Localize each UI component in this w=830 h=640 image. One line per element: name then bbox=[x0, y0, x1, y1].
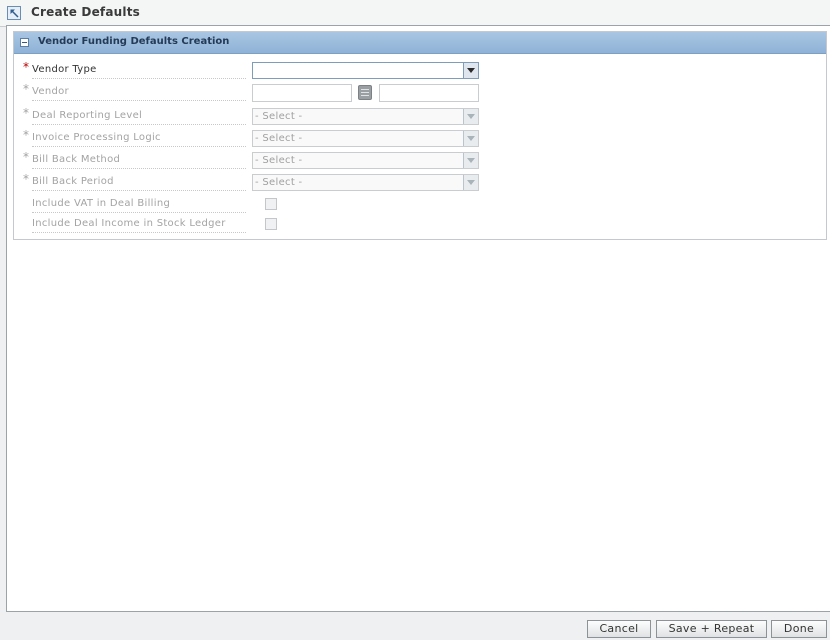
bill-back-method-row: * Bill Back Method - Select - bbox=[23, 150, 803, 170]
section-header: Vendor Funding Defaults Creation bbox=[14, 32, 826, 54]
include-vat-checkbox[interactable] bbox=[265, 198, 277, 210]
include-deal-income-label: Include Deal Income in Stock Ledger bbox=[32, 218, 246, 233]
include-deal-income-checkbox[interactable] bbox=[265, 218, 277, 230]
done-button[interactable]: Done bbox=[771, 620, 827, 638]
vendor-type-row: * Vendor Type bbox=[23, 60, 803, 80]
save-repeat-button[interactable]: Save + Repeat bbox=[656, 620, 767, 638]
bill-back-method-label: Bill Back Method bbox=[32, 154, 246, 169]
required-marker: * bbox=[23, 82, 29, 96]
bill-back-method-select[interactable]: - Select - bbox=[252, 152, 479, 169]
deal-reporting-level-value: - Select - bbox=[255, 111, 303, 122]
cancel-button[interactable]: Cancel bbox=[587, 620, 651, 638]
page-title: Create Defaults bbox=[31, 5, 140, 19]
chevron-down-icon[interactable] bbox=[463, 153, 478, 168]
deal-reporting-level-select[interactable]: - Select - bbox=[252, 108, 479, 125]
bill-back-period-value: - Select - bbox=[255, 177, 303, 188]
vendor-label: Vendor bbox=[32, 86, 246, 101]
include-deal-income-row: Include Deal Income in Stock Ledger bbox=[23, 216, 803, 234]
collapse-minus-icon[interactable] bbox=[20, 38, 29, 47]
vendor-type-label: Vendor Type bbox=[32, 64, 246, 79]
chevron-down-icon[interactable] bbox=[463, 63, 478, 78]
include-vat-row: Include VAT in Deal Billing bbox=[23, 196, 803, 214]
required-marker: * bbox=[23, 60, 29, 74]
chevron-down-icon[interactable] bbox=[463, 109, 478, 124]
bill-back-period-row: * Bill Back Period - Select - bbox=[23, 172, 803, 192]
bill-back-period-label: Bill Back Period bbox=[32, 176, 246, 191]
vendor-type-select[interactable] bbox=[252, 62, 479, 79]
required-marker: * bbox=[23, 172, 29, 186]
list-of-values-icon[interactable] bbox=[358, 85, 372, 100]
vendor-name-input[interactable] bbox=[379, 84, 479, 102]
required-marker: * bbox=[23, 128, 29, 142]
vendor-id-input[interactable] bbox=[252, 84, 352, 102]
vendor-funding-defaults-section: Vendor Funding Defaults Creation * Vendo… bbox=[13, 31, 827, 240]
invoice-processing-logic-row: * Invoice Processing Logic - Select - bbox=[23, 128, 803, 148]
required-marker: * bbox=[23, 150, 29, 164]
section-title: Vendor Funding Defaults Creation bbox=[38, 36, 230, 47]
invoice-processing-logic-value: - Select - bbox=[255, 133, 303, 144]
invoice-processing-logic-select[interactable]: - Select - bbox=[252, 130, 479, 147]
arrow-up-left-icon bbox=[7, 6, 21, 20]
include-vat-label: Include VAT in Deal Billing bbox=[32, 198, 246, 213]
deal-reporting-level-row: * Deal Reporting Level - Select - bbox=[23, 106, 803, 126]
chevron-down-icon[interactable] bbox=[463, 131, 478, 146]
invoice-processing-logic-label: Invoice Processing Logic bbox=[32, 132, 246, 147]
deal-reporting-level-label: Deal Reporting Level bbox=[32, 110, 246, 125]
title-bar: Create Defaults bbox=[0, 0, 830, 27]
footer-bar: Cancel Save + Repeat Done bbox=[0, 613, 830, 640]
bill-back-period-select[interactable]: - Select - bbox=[252, 174, 479, 191]
bill-back-method-value: - Select - bbox=[255, 155, 303, 166]
required-marker: * bbox=[23, 106, 29, 120]
chevron-down-icon[interactable] bbox=[463, 175, 478, 190]
vendor-row: * Vendor bbox=[23, 82, 803, 102]
